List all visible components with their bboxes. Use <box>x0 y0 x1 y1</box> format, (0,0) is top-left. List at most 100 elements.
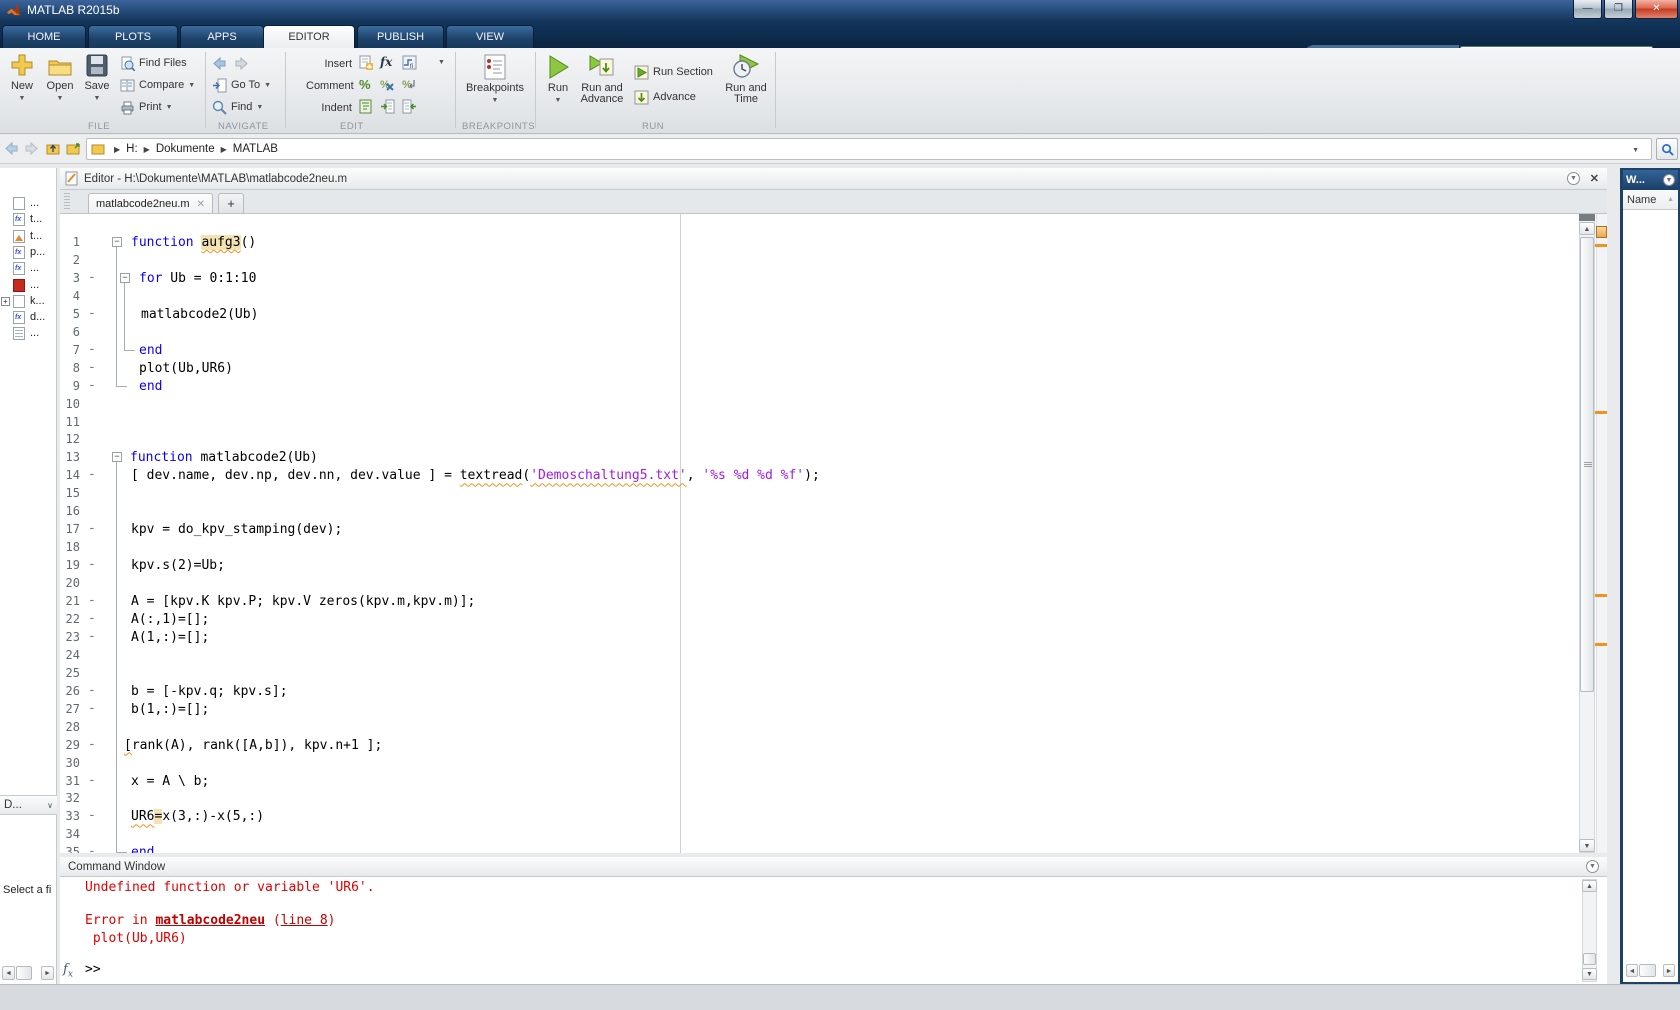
command-window[interactable]: Command Window ▼ Undefined function or v… <box>60 857 1607 984</box>
code-line-6[interactable]: 6 <box>60 324 1579 342</box>
tab-close-icon[interactable]: ✕ <box>197 199 205 210</box>
code-line-22[interactable]: 22- A(:,1)=[]; <box>60 611 1579 629</box>
code-line-20[interactable]: 20 <box>60 575 1579 593</box>
editor-menu-icon[interactable]: ▼ <box>1567 172 1580 185</box>
code-fold-icon[interactable]: − <box>120 272 130 283</box>
workspace-menu-icon[interactable]: ▼ <box>1663 174 1675 186</box>
insert-section-icon[interactable] <box>358 55 373 70</box>
restore-button[interactable]: ❐ <box>1604 0 1633 19</box>
left-hscroll-right-arrow[interactable]: ► <box>41 966 54 980</box>
code-line-27[interactable]: 27- b(1,:)=[]; <box>60 701 1579 719</box>
file-item[interactable]: fx p... <box>0 245 57 261</box>
code-line-30[interactable]: 30 <box>60 755 1579 773</box>
new-tab-button[interactable]: + <box>218 193 244 213</box>
code-line-7[interactable]: 7- end <box>60 342 1579 360</box>
editor-close-icon[interactable]: ✕ <box>1590 172 1599 185</box>
breakpoints-button[interactable]: Breakpoints ▼ <box>462 53 528 106</box>
fx-prompt-icon[interactable]: fx <box>63 962 73 980</box>
file-item[interactable]: fx t... <box>0 212 57 228</box>
browse-folder-icon[interactable] <box>66 141 81 156</box>
save-button[interactable]: Save ▼ <box>80 53 114 104</box>
code-line-33[interactable]: 33- UR6=x(3,:)-x(5,:) <box>60 808 1579 826</box>
print-button[interactable]: Print ▼ <box>120 99 173 115</box>
ws-hscroll-thumb[interactable] <box>1639 964 1656 977</box>
ribbon-tab-publish[interactable]: PUBLISH <box>357 25 444 48</box>
details-collapse-icon[interactable]: ∨ <box>47 801 53 810</box>
address-back-icon[interactable] <box>4 141 19 156</box>
code-line-9[interactable]: 9- end <box>60 378 1579 396</box>
error-file-link[interactable]: matlabcode2neu <box>155 913 265 928</box>
code-line-25[interactable]: 25 <box>60 665 1579 683</box>
wrap-comments-icon[interactable]: % <box>402 77 417 92</box>
warning-tick[interactable] <box>1595 643 1607 646</box>
close-button[interactable]: ✕ <box>1635 0 1678 19</box>
cmd-scroll-up-arrow[interactable]: ▲ <box>1582 880 1597 892</box>
file-item[interactable]: ... <box>0 196 57 212</box>
editor-scroll-thumb[interactable] <box>1580 237 1594 692</box>
file-item[interactable]: ... <box>0 278 57 294</box>
message-indicator-summary[interactable] <box>1596 226 1607 238</box>
file-item[interactable]: fx d... <box>0 310 57 326</box>
address-forward-icon[interactable] <box>24 141 39 156</box>
run-and-advance-button[interactable]: Run and Advance <box>578 53 626 105</box>
breadcrumb-item[interactable]: H: <box>126 143 138 155</box>
editor-scroll-down-arrow[interactable]: ▼ <box>1579 839 1595 852</box>
smart-indent-icon[interactable] <box>358 99 373 114</box>
command-prompt[interactable]: >> <box>85 962 101 977</box>
code-line-24[interactable]: 24 <box>60 647 1579 665</box>
run-and-time-button[interactable]: Run and Time <box>722 53 770 105</box>
workspace-name-column-header[interactable]: Name ▲ <box>1623 190 1678 210</box>
address-search-button[interactable] <box>1656 138 1678 160</box>
comment-icon[interactable]: % <box>358 77 373 92</box>
code-line-26[interactable]: 26- b = [-kpv.q; kpv.s]; <box>60 683 1579 701</box>
cmd-scroll-down-arrow[interactable]: ▼ <box>1582 968 1597 980</box>
insert-dropdown-icon[interactable]: ▼ <box>438 59 445 66</box>
warning-tick[interactable] <box>1595 244 1607 247</box>
file-item[interactable]: ... <box>0 326 57 342</box>
code-line-11[interactable]: 11 <box>60 414 1579 432</box>
breadcrumb-item[interactable]: Dokumente <box>156 143 215 155</box>
cmd-vscrollbar[interactable] <box>1582 879 1597 982</box>
indent-left-icon[interactable] <box>402 99 417 114</box>
code-line-1[interactable]: 1− function aufg3() <box>60 234 1579 252</box>
ws-hscroll-right-arrow[interactable]: ► <box>1663 964 1675 977</box>
editor-file-tab[interactable]: matlabcode2neu.m ✕ <box>88 193 213 213</box>
navigate-forward-button[interactable] <box>234 55 249 71</box>
code-line-4[interactable]: 4 <box>60 288 1579 306</box>
expand-icon[interactable]: + <box>1 296 10 306</box>
advance-button[interactable]: Advance <box>634 89 696 105</box>
code-fold-icon[interactable]: − <box>112 237 122 247</box>
code-line-17[interactable]: 17- kpv = do_kpv_stamping(dev); <box>60 521 1579 539</box>
insert-fx-icon[interactable]: fx <box>380 55 395 70</box>
code-line-23[interactable]: 23- A(1,:)=[]; <box>60 629 1579 647</box>
goto-button[interactable]: Go To ▼ <box>212 77 271 93</box>
code-line-16[interactable]: 16 <box>60 503 1579 521</box>
ribbon-tab-plots[interactable]: PLOTS <box>88 25 178 48</box>
error-line-link[interactable]: line 8 <box>281 913 328 928</box>
minimize-button[interactable]: — <box>1573 0 1602 19</box>
ribbon-tab-editor[interactable]: EDITOR <box>263 25 355 48</box>
code-line-13[interactable]: 13− function matlabcode2(Ub) <box>60 449 1579 467</box>
code-line-31[interactable]: 31- x = A \ b; <box>60 773 1579 791</box>
navigate-back-button[interactable] <box>212 55 227 71</box>
editor-scroll-up-arrow[interactable]: ▲ <box>1579 222 1595 235</box>
code-line-8[interactable]: 8- plot(Ub,UR6) <box>60 360 1579 378</box>
run-button[interactable]: Run ▼ <box>540 53 576 106</box>
code-line-32[interactable]: 32 <box>60 790 1579 808</box>
code-line-12[interactable]: 12 <box>60 431 1579 449</box>
file-item[interactable]: fx... <box>0 261 57 277</box>
compare-button[interactable]: Compare ▼ <box>120 77 195 93</box>
code-fold-icon[interactable]: − <box>112 452 122 463</box>
ribbon-tab-home[interactable]: HOME <box>2 25 86 48</box>
uncomment-icon[interactable]: % <box>380 77 395 92</box>
command-window-header[interactable]: Command Window ▼ <box>60 857 1607 877</box>
code-line-15[interactable]: 15 <box>60 485 1579 503</box>
ribbon-tab-apps[interactable]: APPS <box>180 25 264 48</box>
address-dropdown-icon[interactable]: ▼ <box>1632 147 1639 154</box>
code-line-2[interactable]: 2 <box>60 252 1579 270</box>
file-item[interactable]: t... <box>0 229 57 245</box>
left-hscroll-thumb[interactable] <box>16 966 32 980</box>
indent-right-icon[interactable] <box>380 99 395 114</box>
warning-tick[interactable] <box>1595 411 1607 414</box>
find-button[interactable]: Find ▼ <box>212 99 263 115</box>
